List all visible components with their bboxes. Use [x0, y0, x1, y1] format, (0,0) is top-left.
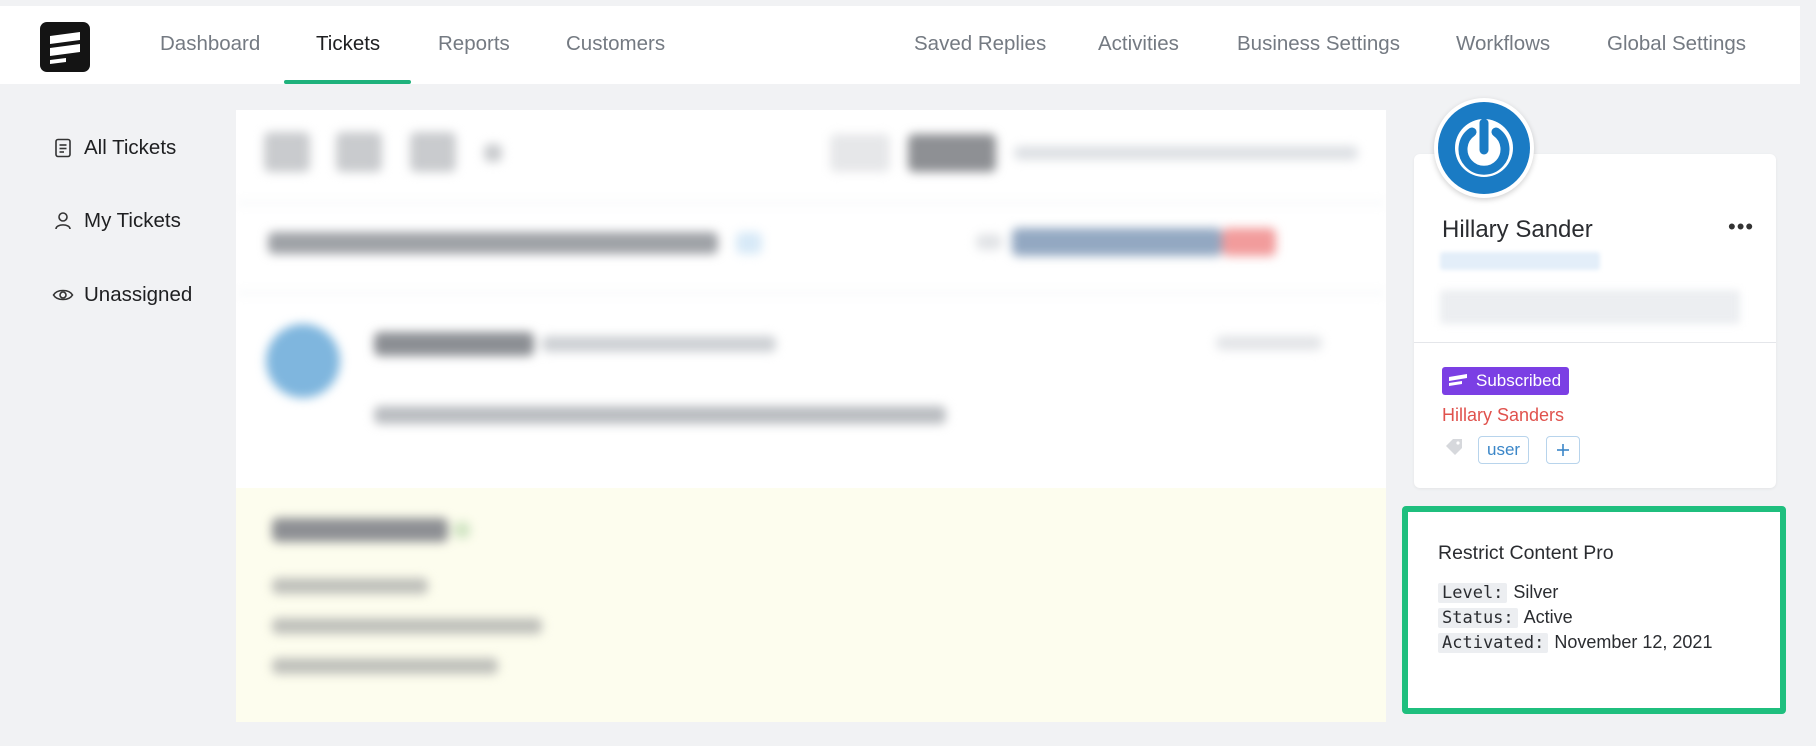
rcp-status-key: Status:	[1438, 607, 1518, 628]
customer-avatar	[1434, 98, 1534, 198]
power-logo-icon	[1438, 102, 1530, 194]
sidebar-item-label: My Tickets	[84, 209, 181, 232]
subscribed-badge-label: Subscribed	[1476, 371, 1562, 390]
nav-activities[interactable]: Activities	[1098, 6, 1179, 84]
contact-name-link[interactable]: Hillary Sanders	[1442, 405, 1564, 426]
rcp-activated-value: November 12, 2021	[1554, 632, 1713, 652]
customer-email-blurred	[1440, 252, 1600, 270]
nav-reports[interactable]: Reports	[438, 6, 510, 84]
rcp-status-value: Active	[1523, 607, 1573, 627]
nav-business-settings[interactable]: Business Settings	[1237, 6, 1400, 84]
card-divider	[1414, 342, 1776, 343]
app-logo-icon[interactable]	[40, 22, 90, 72]
nav-saved-replies[interactable]: Saved Replies	[914, 6, 1046, 84]
customer-name: Hillary Sander	[1442, 216, 1593, 243]
sidebar-item-label: All Tickets	[84, 136, 177, 159]
rcp-level-value: Silver	[1513, 582, 1559, 602]
nav-global-settings[interactable]: Global Settings	[1607, 6, 1746, 84]
document-icon	[52, 137, 74, 159]
customer-details-blurred	[1440, 290, 1740, 324]
ticket-detail-panel-blurred	[236, 110, 1386, 722]
sidebar-item-label: Unassigned	[84, 283, 193, 306]
tag-icon	[1444, 438, 1464, 461]
nav-workflows[interactable]: Workflows	[1456, 6, 1550, 84]
top-navigation: Dashboard Tickets Reports Customers Save…	[0, 6, 1800, 84]
rcp-activated-row: Activated: November 12, 2021	[1438, 632, 1712, 653]
plus-icon	[1557, 444, 1569, 456]
sidebar-item-all-tickets[interactable]: All Tickets	[52, 133, 176, 163]
fluentcrm-logo-icon	[1448, 373, 1468, 389]
user-icon	[52, 210, 74, 232]
rcp-level-row: Level: Silver	[1438, 582, 1558, 603]
nav-customers[interactable]: Customers	[566, 6, 665, 84]
more-options-icon[interactable]: •••	[1728, 214, 1754, 240]
rcp-activated-key: Activated:	[1438, 632, 1549, 653]
tag-chip-user[interactable]: user	[1478, 436, 1530, 464]
rcp-title: Restrict Content Pro	[1438, 542, 1614, 564]
customer-profile-card: Hillary Sander ••• Subscribed Hillary Sa…	[1414, 154, 1776, 488]
nav-tickets[interactable]: Tickets	[316, 6, 380, 84]
rcp-status-row: Status: Active	[1438, 607, 1573, 628]
nav-dashboard[interactable]: Dashboard	[160, 6, 260, 84]
sidebar-item-my-tickets[interactable]: My Tickets	[52, 206, 181, 236]
subscribed-badge: Subscribed	[1442, 367, 1570, 395]
active-tab-indicator	[284, 80, 411, 84]
rcp-level-key: Level:	[1438, 582, 1508, 603]
restrict-content-pro-widget: Restrict Content Pro Level: Silver Statu…	[1402, 506, 1786, 714]
add-tag-button[interactable]	[1546, 436, 1580, 464]
sidebar-item-unassigned[interactable]: Unassigned	[52, 280, 192, 310]
eye-icon	[52, 284, 74, 306]
